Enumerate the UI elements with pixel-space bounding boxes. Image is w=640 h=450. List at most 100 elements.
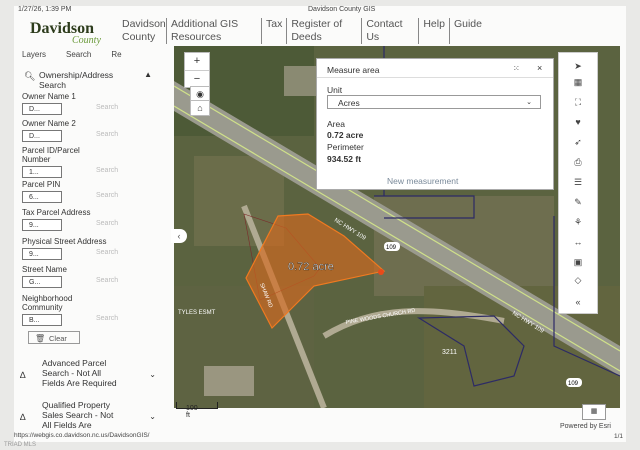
field-label: Parcel PIN — [22, 180, 61, 189]
field-label: Tax Parcel Address — [22, 208, 91, 217]
drag-handle-icon[interactable]: ⁙ — [513, 64, 520, 73]
parcel-number-label: 3211 — [442, 349, 457, 356]
scale-label: 100 ft — [186, 405, 198, 419]
ownership-search-header[interactable]: 🔍︎ Ownership/Address Search ▲ — [24, 70, 154, 92]
grid-icon: ▦ — [590, 408, 598, 415]
nav-tax[interactable]: Tax — [262, 18, 288, 44]
search-icon: 🔍︎ — [24, 71, 36, 81]
route-shield-109: 109 — [386, 245, 397, 251]
chevron-left-icon: ‹ — [177, 231, 181, 241]
print-icon[interactable]: ⎙ — [559, 157, 597, 168]
field-label: Owner Name 1 — [22, 92, 76, 101]
field-street-name: Street Name G... Search — [22, 265, 156, 290]
print-title: Davidson County GIS — [308, 6, 376, 13]
search-button[interactable]: Search — [96, 104, 118, 111]
fullscreen-icon[interactable]: ⛶ — [559, 97, 597, 108]
search-button[interactable]: Search — [96, 277, 118, 284]
site-header: Davidson County Davidson County Addition… — [0, 14, 640, 46]
search-button[interactable]: Search — [96, 167, 118, 174]
tab-layers[interactable]: Layers — [22, 50, 46, 59]
esri-attribution[interactable]: Powered by Esri — [560, 423, 611, 430]
panel-tabs: Layers Search Re — [22, 50, 122, 59]
unit-select[interactable]: Acres ⌄ — [327, 95, 541, 109]
field-parcel-pin: Parcel PIN 6... Search — [22, 180, 156, 205]
field-label: Owner Name 2 — [22, 119, 76, 128]
chevron-down-icon: ⌄ — [526, 99, 532, 106]
physical-address-input[interactable]: 9... — [22, 248, 62, 260]
field-owner-name-2: Owner Name 2 D... Search — [22, 119, 156, 144]
tab-search[interactable]: Search — [66, 50, 91, 59]
field-owner-name-1: Owner Name 1 D... Search — [22, 92, 156, 117]
print-header: 1/27/26, 1:39 PM Davidson County GIS — [0, 0, 640, 14]
easement-label: TYLES ESMT — [178, 310, 216, 316]
print-url: https://webgis.co.davidson.nc.us/Davidso… — [14, 432, 150, 439]
field-tax-parcel-address: Tax Parcel Address 9... Search — [22, 208, 156, 233]
accordion-label: Qualified Property Sales Search - Not Al… — [42, 400, 114, 430]
parcel-pin-input[interactable]: 6... — [22, 191, 62, 203]
split-icon[interactable]: ↔ — [559, 237, 597, 247]
top-nav: Davidson County Additional GIS Resources… — [118, 18, 486, 44]
street-name-input[interactable]: G... — [22, 276, 62, 288]
nav-davidson-county[interactable]: Davidson County — [118, 18, 167, 44]
tab-reports[interactable]: Re — [111, 50, 121, 59]
parcel-area-label: 0.72 acre — [288, 261, 334, 273]
search-sidebar: 🔍︎ Ownership/Address Search ▲ Owner Name… — [14, 62, 158, 430]
county-logo[interactable]: Davidson County — [30, 20, 101, 46]
field-parcel-id: Parcel ID/Parcel Number 1... Search — [22, 146, 156, 180]
nav-register-of-deeds[interactable]: Register of Deeds — [287, 18, 363, 44]
collapse-panel-button[interactable]: ‹ — [171, 229, 187, 243]
overview-map-button[interactable]: ▦ — [582, 404, 606, 420]
parcel-id-input[interactable]: 1... — [22, 166, 62, 178]
field-neighborhood: Neighborhood Community B... Search — [22, 294, 156, 328]
owner-name-1-input[interactable]: D... — [22, 103, 62, 115]
draw-icon[interactable]: ✎ — [559, 197, 597, 208]
route-shield-109-east: 109 — [568, 381, 579, 387]
search-button[interactable]: Search — [96, 220, 118, 227]
nav-help[interactable]: Help — [419, 18, 450, 44]
neighborhood-input[interactable]: B... — [22, 314, 62, 326]
unit-label: Unit — [327, 85, 343, 95]
close-icon[interactable]: × — [537, 63, 542, 73]
advanced-search-icon: ∆ — [20, 370, 26, 380]
chevron-down-icon[interactable]: ⌄ — [149, 370, 156, 379]
print-datetime: 1/27/26, 1:39 PM — [18, 6, 72, 13]
search-button[interactable]: Search — [96, 192, 118, 199]
location-pin-icon[interactable]: ♥ — [559, 117, 597, 127]
eraser-icon[interactable]: ◇ — [559, 275, 597, 286]
zoom-in-button[interactable]: + — [185, 53, 209, 71]
section-title: Ownership/Address Search — [39, 70, 114, 90]
sales-search-icon: ∆ — [20, 412, 26, 422]
page-number: 1/1 — [614, 433, 624, 440]
nav-guide[interactable]: Guide — [450, 18, 486, 44]
chevron-down-icon[interactable]: ⌄ — [149, 412, 156, 421]
nav-contact-us[interactable]: Contact Us — [362, 18, 420, 44]
share-icon[interactable]: ⚘ — [559, 217, 597, 228]
nav-additional-gis[interactable]: Additional GIS Resources — [167, 18, 262, 44]
tax-parcel-address-input[interactable]: 9... — [22, 219, 62, 231]
clear-button[interactable]: 🗑︎ Clear — [28, 331, 80, 344]
new-measurement-button[interactable]: New measurement — [387, 176, 458, 186]
logo-sub: County — [72, 35, 101, 46]
field-physical-street-address: Physical Street Address 9... Search — [22, 237, 156, 262]
search-button[interactable]: Search — [96, 249, 118, 256]
layer-list-icon[interactable]: ☰ — [559, 177, 597, 188]
collapse-toolbar-icon[interactable]: « — [559, 297, 597, 307]
basemap-icon[interactable]: ▦ — [559, 77, 597, 88]
perimeter-value: 934.52 ft — [327, 154, 362, 164]
pointer-tool-icon[interactable]: ➤ — [559, 61, 597, 72]
measure-title: Measure area — [327, 65, 380, 75]
area-label: Area — [327, 119, 345, 129]
navigate-icon[interactable]: ➶ — [559, 137, 597, 148]
search-button[interactable]: Search — [96, 315, 118, 322]
field-label: Parcel ID/Parcel Number — [22, 146, 80, 164]
clear-label: Clear — [49, 334, 67, 343]
zoom-control: + − — [184, 52, 210, 88]
watermark: TRIAD MLS — [4, 442, 37, 448]
owner-name-2-input[interactable]: D... — [22, 130, 62, 142]
image-icon[interactable]: ▣ — [559, 257, 597, 268]
home-icon: ⌂ — [197, 103, 203, 113]
compass-icon: ◉ — [196, 89, 204, 99]
home-button[interactable]: ⌂ — [190, 100, 210, 116]
search-button[interactable]: Search — [96, 131, 118, 138]
chevron-up-icon[interactable]: ▲ — [144, 70, 152, 79]
